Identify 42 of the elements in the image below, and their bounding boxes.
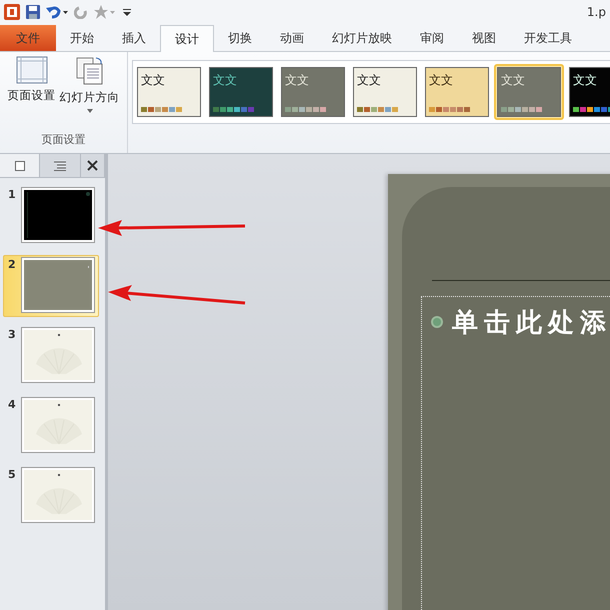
ribbon-tab[interactable]: 切换 — [214, 25, 266, 51]
outline-icon — [54, 160, 66, 170]
dropdown-icon — [86, 109, 92, 113]
star-icon[interactable] — [94, 5, 116, 19]
ribbon-tab[interactable]: 动画 — [266, 25, 318, 51]
ribbon-tab[interactable]: 设计 — [160, 25, 214, 52]
outline-tab[interactable] — [40, 154, 81, 177]
ribbon-tab[interactable]: 开发工具 — [510, 25, 586, 51]
page-setup-icon — [16, 56, 48, 84]
ribbon-tab[interactable]: 开始 — [56, 25, 108, 51]
slide-thumbnail[interactable]: 2 — [3, 255, 99, 317]
theme-thumbnail[interactable]: 文文 — [134, 64, 204, 120]
ribbon-button[interactable]: 幻灯片方向 — [58, 56, 120, 132]
slide-number: 5 — [8, 468, 16, 481]
window-title: 1.p — [586, 5, 606, 19]
slides-tab[interactable] — [0, 154, 40, 177]
theme-thumbnail[interactable]: 文文 — [278, 64, 348, 120]
ribbon-tab[interactable]: 审阅 — [406, 25, 458, 51]
save-icon[interactable] — [26, 5, 40, 19]
bullet-text: 单击此处添 — [452, 307, 610, 340]
theme-thumbnail[interactable]: 文文 — [422, 64, 492, 120]
app-icon[interactable] — [4, 4, 20, 20]
close-icon — [87, 160, 98, 171]
ribbon-tab[interactable]: 幻灯片放映 — [318, 25, 406, 51]
theme-thumbnail[interactable]: 文文 — [494, 64, 564, 120]
slide-number: 1 — [8, 188, 16, 201]
slide-number: 3 — [8, 328, 16, 341]
bullet-icon — [430, 315, 444, 329]
ribbon-button[interactable]: 页面设置 — [6, 56, 56, 132]
undo-icon[interactable] — [46, 5, 68, 19]
slide-number: 2 — [8, 258, 16, 271]
ribbon-tab[interactable]: 插入 — [108, 25, 160, 51]
close-button[interactable] — [81, 154, 105, 177]
slide-number: 4 — [8, 398, 16, 411]
file-tab[interactable]: 文件 — [0, 25, 56, 51]
theme-thumbnail[interactable]: 文文 — [206, 64, 276, 120]
theme-thumbnail[interactable]: 文文 — [566, 64, 610, 120]
ribbon-tab[interactable]: 视图 — [458, 25, 510, 51]
pages-icon — [74, 56, 104, 86]
slide-icon — [14, 160, 24, 170]
theme-thumbnail[interactable]: 文文 — [350, 64, 420, 120]
group-label: 页面设置 — [42, 132, 86, 148]
